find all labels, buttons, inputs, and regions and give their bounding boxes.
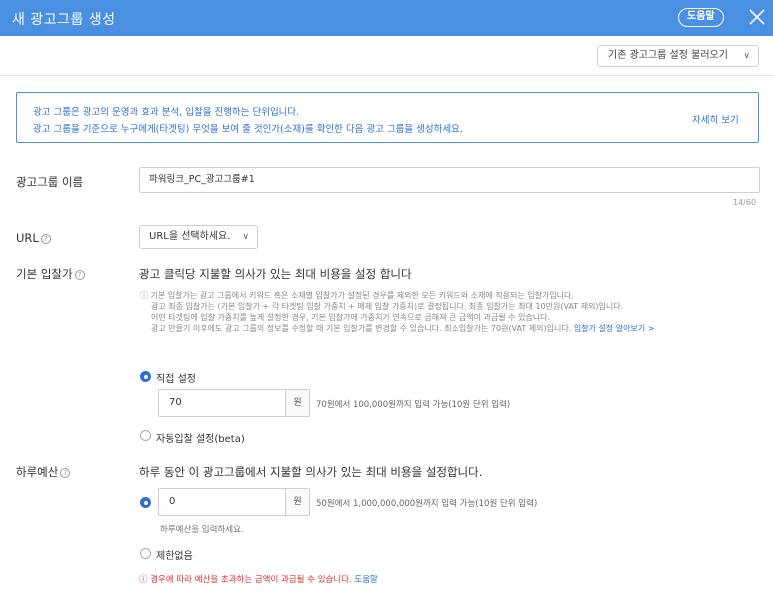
budget-field-label: 하루예산? <box>16 464 71 480</box>
budget-amount-value: 0 <box>169 496 176 507</box>
bid-note-3: 어떤 타겟팅에 입찰 가중치를 높게 설정한 경우, 기본 입찰가에 가중치가 … <box>151 313 551 322</box>
budget-unlimited-radio[interactable] <box>140 548 151 559</box>
help-question-icon[interactable]: ? <box>40 234 51 244</box>
name-field-label: 광고그룹 이름 <box>16 175 84 189</box>
url-field-label: URL? <box>16 231 51 245</box>
budget-label-text: 하루예산 <box>16 465 59 479</box>
budget-warning-text: 경우에 따라 예산을 초과하는 금액이 과금될 수 있습니다. <box>150 575 352 585</box>
bid-note-4-wrap: 광고 만들기 이후에도 광고 그룹의 정보를 수정할 때 기본 입찰가를 변경할… <box>140 323 762 334</box>
bid-manual-label: 직접 설정 <box>156 374 196 385</box>
bid-amount-input[interactable]: 70 원 <box>158 389 310 417</box>
bid-range-hint: 70원에서 100,000원까지 입력 가능(10원 단위 입력) <box>316 400 511 410</box>
bid-auto-label: 자동입찰 설정(beta) <box>156 434 245 445</box>
bid-auto-radio[interactable] <box>140 430 151 441</box>
budget-range-hint: 50원에서 1,000,000,000원까지 입력 가능(10원 단위 입력) <box>316 499 538 509</box>
bid-field-label: 기본 입찰가? <box>16 266 85 282</box>
load-settings-label: 기존 광고그룹 설정 불러오기 <box>608 50 728 61</box>
info-line-1: 광고 그룹은 광고의 운영과 효과 분석, 입찰을 진행하는 단위입니다. <box>33 107 300 118</box>
close-icon[interactable] <box>746 6 768 28</box>
adgroup-name-value: 파워링크_PC_광고그룹#1 <box>149 174 255 185</box>
budget-amount-input[interactable]: 0 원 <box>158 488 310 516</box>
bid-manual-radio[interactable] <box>140 371 151 382</box>
adgroup-name-input[interactable]: 파워링크_PC_광고그룹#1 <box>139 167 760 193</box>
budget-headline: 하루 동안 이 광고그룹에서 지불할 의사가 있는 최대 비용을 설정합니다. <box>139 465 483 479</box>
dialog-title: 새 광고그룹 생성 <box>12 12 116 28</box>
chevron-down-icon: ∨ <box>743 51 750 61</box>
budget-warning: ⓘ 경우에 따라 예산을 초과하는 금액이 과금될 수 있습니다. 도움말 <box>139 573 378 585</box>
dialog-titlebar: 새 광고그룹 생성 도움말 <box>0 0 773 36</box>
help-question-icon[interactable]: ? <box>74 270 85 280</box>
budget-amount-radio[interactable] <box>140 497 151 508</box>
bid-guide-link[interactable]: 입찰가 설정 알아보기 > <box>574 324 655 333</box>
url-select[interactable]: URL을 선택하세요. ∨ <box>139 225 258 249</box>
bid-label-text: 기본 입찰가 <box>16 267 73 281</box>
learn-more-link[interactable]: 자세히 보기 <box>692 112 739 126</box>
bid-headline: 광고 클릭당 지불할 의사가 있는 최대 비용을 설정 합니다 <box>139 267 412 281</box>
bid-amount-value: 70 <box>169 397 182 408</box>
info-line-2: 광고 그룹을 기준으로 누구에게(타겟팅) 무엇을 보여 줄 것인가(소재)를 … <box>33 124 463 135</box>
bid-note-4: 광고 만들기 이후에도 광고 그룹의 정보를 수정할 때 기본 입찰가를 변경할… <box>151 324 572 333</box>
budget-unlimited-label: 제한없음 <box>156 551 193 562</box>
url-select-value: URL을 선택하세요. <box>149 231 231 242</box>
chevron-down-icon: ∨ <box>242 232 249 242</box>
info-box: 광고 그룹은 광고의 운영과 효과 분석, 입찰을 진행하는 단위입니다. 광고… <box>16 92 759 143</box>
url-label-text: URL <box>16 231 39 245</box>
warning-icon: ⓘ <box>139 575 151 585</box>
help-button[interactable]: 도움말 <box>678 8 724 27</box>
bid-note-2: 광고 최종 입찰가는 (기본 입찰가 + 각 타겟팅 입찰 가중치 + 매체 입… <box>151 302 624 311</box>
bid-note-1: 기본 입찰가는 광고 그룹에서 키워드 혹은 소재별 입찰가가 설정된 경우를 … <box>140 290 762 301</box>
bid-notes: 기본 입찰가는 광고 그룹에서 키워드 혹은 소재별 입찰가가 설정된 경우를 … <box>140 290 762 334</box>
bid-unit: 원 <box>285 390 309 416</box>
budget-unit: 원 <box>285 489 309 515</box>
budget-sub-hint: 하루예산을 입력하세요. <box>160 525 244 535</box>
name-char-counter: 14/60 <box>733 198 757 207</box>
budget-help-link[interactable]: 도움말 <box>354 575 377 585</box>
help-question-icon[interactable]: ? <box>60 468 71 478</box>
load-settings-dropdown[interactable]: 기존 광고그룹 설정 불러오기 ∨ <box>597 45 759 67</box>
load-settings-bar: 기존 광고그룹 설정 불러오기 ∨ <box>0 36 773 76</box>
